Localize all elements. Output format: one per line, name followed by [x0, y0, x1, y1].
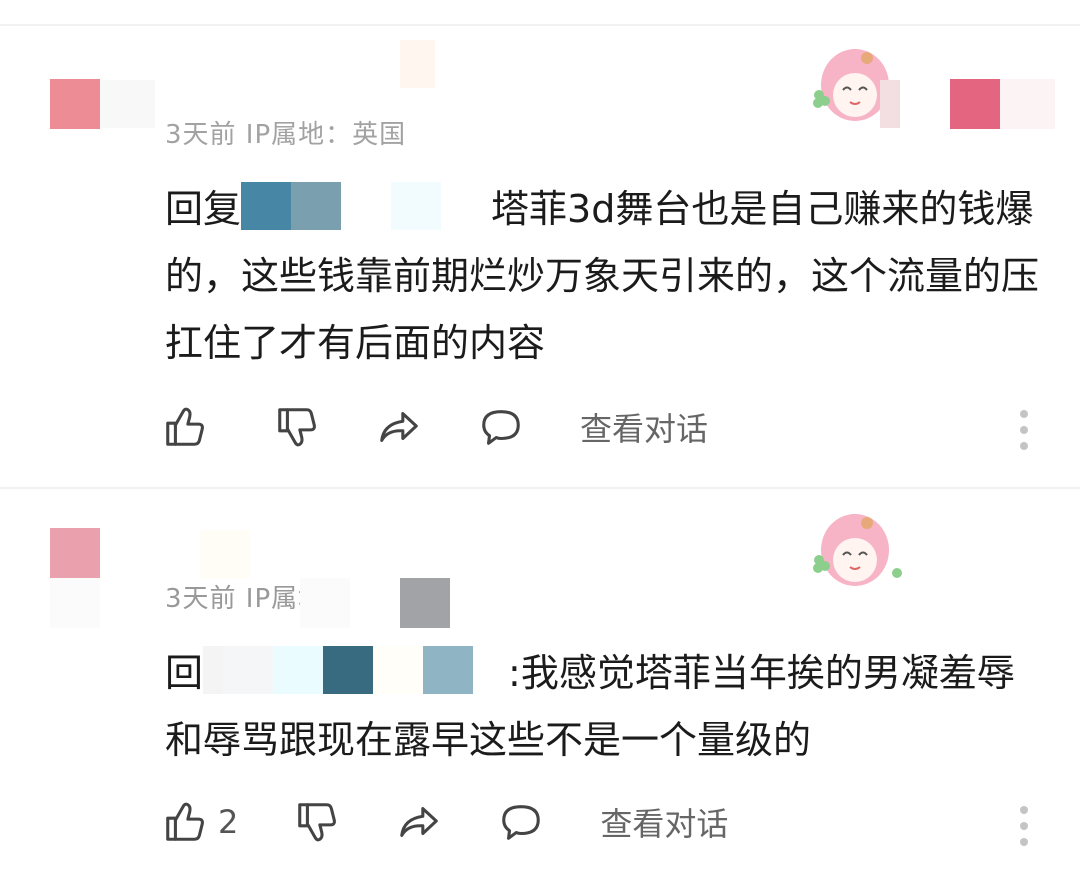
mention-redacted — [323, 646, 374, 694]
dislike-icon — [298, 803, 337, 842]
mention-redacted — [423, 646, 474, 694]
redaction-block — [50, 578, 100, 628]
dislike-button[interactable] — [294, 799, 340, 845]
mention-redacted — [203, 646, 224, 694]
reply-button[interactable] — [498, 799, 544, 845]
redaction-block — [300, 578, 350, 628]
reply-prefix: 回 — [165, 651, 204, 695]
mention-redacted — [373, 646, 424, 694]
mention-redacted — [473, 646, 509, 694]
mention-redacted — [223, 646, 274, 694]
avatar[interactable] — [50, 528, 100, 578]
anime-sticker-icon — [813, 514, 902, 586]
share-button[interactable] — [396, 799, 442, 845]
redaction-block — [400, 578, 450, 628]
comment-body: 回:我感觉塔菲当年挨的男凝羞辱和辱骂跟现在露早这些不是一个量级的 — [165, 640, 1050, 774]
like-count: 2 — [218, 803, 239, 841]
more-icon[interactable] — [1018, 802, 1030, 850]
like-button[interactable]: 2 — [162, 799, 238, 845]
view-conversation-link[interactable]: 查看对话 — [600, 799, 728, 845]
redaction-block — [200, 530, 250, 578]
comment-icon — [502, 805, 541, 840]
mention-redacted — [273, 646, 324, 694]
like-icon — [166, 802, 204, 841]
share-icon — [400, 807, 439, 837]
comment-card: 3天前 IP属地 回:我感觉塔菲当年挨的男凝羞辱和辱骂跟现在露早这些不是一个量级… — [0, 0, 1080, 879]
action-bar: 2 查看对话 — [162, 797, 728, 847]
